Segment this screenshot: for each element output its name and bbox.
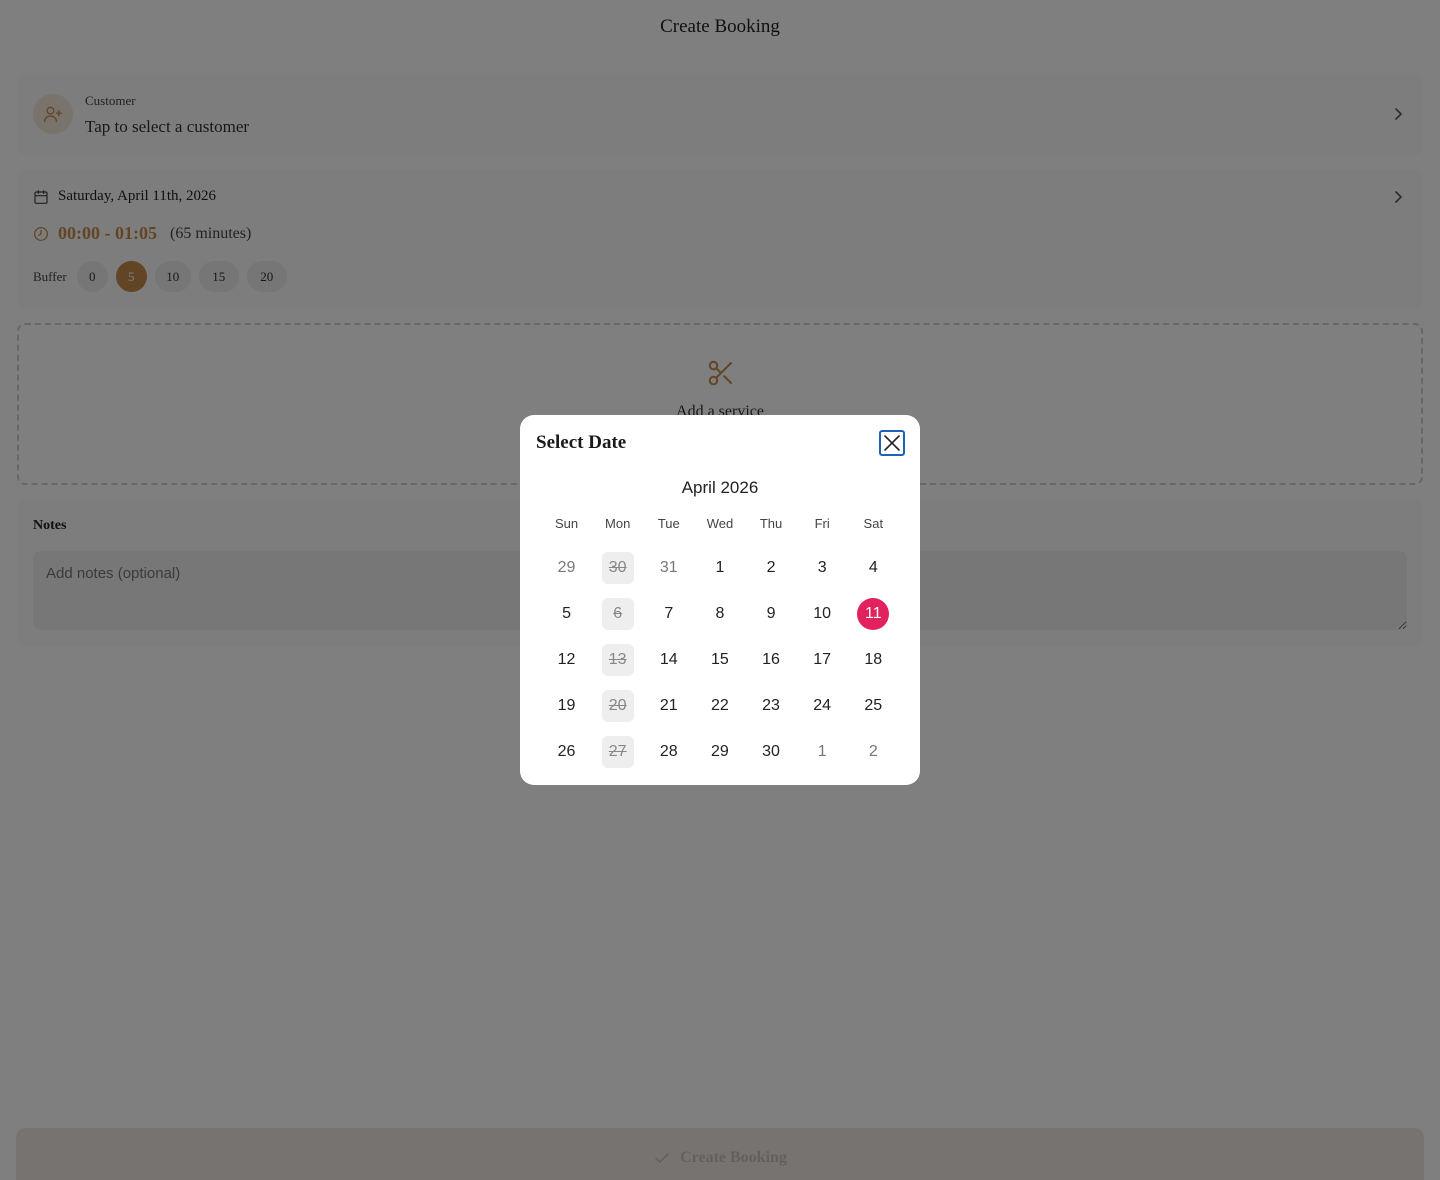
day-number: 29 bbox=[711, 743, 729, 760]
day-number: 2 bbox=[868, 743, 878, 760]
calendar-day[interactable]: 26 bbox=[541, 729, 592, 775]
calendar-grid: 29 30 31 1 2 3 4 5 6 7 8 9 10 11 12 13 1… bbox=[541, 545, 899, 775]
calendar-day[interactable]: 12 bbox=[541, 637, 592, 683]
day-number: 22 bbox=[711, 697, 729, 714]
calendar-week: 12 13 14 15 16 17 18 bbox=[541, 637, 899, 683]
calendar-day[interactable]: 17 bbox=[797, 637, 848, 683]
calendar-day[interactable]: 10 bbox=[797, 591, 848, 637]
day-number: 17 bbox=[813, 651, 832, 668]
weekday-label: Mon bbox=[605, 516, 631, 531]
weekday-label: Sat bbox=[863, 516, 884, 531]
weekday-header: Sun Mon Tue Wed Thu Fri Sat bbox=[541, 516, 899, 531]
calendar-day-selected[interactable]: 11 bbox=[848, 591, 899, 637]
calendar-day[interactable]: 4 bbox=[848, 545, 899, 591]
calendar-day[interactable]: 22 bbox=[694, 683, 745, 729]
calendar-month-title: April 2026 bbox=[681, 478, 759, 497]
calendar-week: 29 30 31 1 2 3 4 bbox=[541, 545, 899, 591]
calendar-day[interactable]: 14 bbox=[643, 637, 694, 683]
day-number: 31 bbox=[659, 559, 678, 576]
calendar-day[interactable]: 15 bbox=[694, 637, 745, 683]
calendar-day-disabled: 30 bbox=[592, 545, 643, 591]
day-number: 27 bbox=[601, 736, 634, 768]
day-number: 9 bbox=[766, 605, 776, 622]
day-number: 30 bbox=[601, 552, 634, 584]
calendar-day[interactable]: 3 bbox=[797, 545, 848, 591]
calendar-day[interactable]: 7 bbox=[643, 591, 694, 637]
calendar-day[interactable]: 29 bbox=[541, 545, 592, 591]
day-number: 4 bbox=[868, 559, 878, 576]
create-booking-page: Create Booking Customer Tap to select a … bbox=[0, 0, 1440, 1180]
close-button[interactable] bbox=[879, 430, 905, 456]
calendar-day[interactable]: 21 bbox=[643, 683, 694, 729]
select-date-dialog: Select Date April 2026 Sun Mon Tue Wed T… bbox=[520, 415, 920, 785]
calendar-day[interactable]: 28 bbox=[643, 729, 694, 775]
day-number: 13 bbox=[601, 644, 634, 676]
day-number: 8 bbox=[715, 605, 725, 622]
day-number: 15 bbox=[711, 651, 729, 668]
calendar-day[interactable]: 2 bbox=[848, 729, 899, 775]
day-number: 6 bbox=[601, 598, 634, 630]
calendar-week: 5 6 7 8 9 10 11 bbox=[541, 591, 899, 637]
calendar-day[interactable]: 18 bbox=[848, 637, 899, 683]
day-number: 12 bbox=[557, 651, 576, 668]
day-number: 10 bbox=[813, 605, 832, 622]
day-number: 1 bbox=[817, 743, 827, 760]
weekday-label: Thu bbox=[759, 516, 783, 531]
calendar-day[interactable]: 23 bbox=[746, 683, 797, 729]
calendar-day[interactable]: 1 bbox=[694, 545, 745, 591]
calendar-day[interactable]: 24 bbox=[797, 683, 848, 729]
day-number: 2 bbox=[766, 559, 776, 576]
calendar-day[interactable]: 19 bbox=[541, 683, 592, 729]
day-number: 19 bbox=[557, 697, 576, 714]
calendar-day[interactable]: 25 bbox=[848, 683, 899, 729]
day-number: 18 bbox=[864, 651, 883, 668]
day-number: 25 bbox=[864, 697, 883, 714]
calendar-week: 26 27 28 29 30 1 2 bbox=[541, 729, 899, 775]
day-number: 30 bbox=[762, 743, 780, 760]
calendar-day[interactable]: 8 bbox=[694, 591, 745, 637]
day-number: 3 bbox=[817, 559, 827, 576]
day-number: 11 bbox=[857, 598, 890, 630]
day-number: 24 bbox=[813, 697, 832, 714]
day-number: 14 bbox=[659, 651, 678, 668]
day-number: 23 bbox=[762, 697, 780, 714]
day-number: 26 bbox=[557, 743, 576, 760]
day-number: 21 bbox=[659, 697, 678, 714]
weekday-label: Sun bbox=[554, 516, 579, 531]
calendar-week: 19 20 21 22 23 24 25 bbox=[541, 683, 899, 729]
day-number: 16 bbox=[762, 651, 780, 668]
weekday-label: Tue bbox=[657, 516, 680, 531]
day-number: 28 bbox=[659, 743, 678, 760]
day-number: 29 bbox=[557, 559, 576, 576]
calendar-day-disabled: 6 bbox=[592, 591, 643, 637]
weekday-label: Fri bbox=[814, 516, 830, 531]
calendar-day[interactable]: 5 bbox=[541, 591, 592, 637]
calendar-day-disabled: 20 bbox=[592, 683, 643, 729]
calendar-day-disabled: 13 bbox=[592, 637, 643, 683]
calendar-day[interactable]: 16 bbox=[746, 637, 797, 683]
day-number: 7 bbox=[664, 605, 674, 622]
close-icon bbox=[884, 435, 900, 451]
calendar-day[interactable]: 9 bbox=[746, 591, 797, 637]
calendar-day[interactable]: 29 bbox=[694, 729, 745, 775]
calendar-day[interactable]: 31 bbox=[643, 545, 694, 591]
calendar-day[interactable]: 2 bbox=[746, 545, 797, 591]
calendar-day[interactable]: 30 bbox=[746, 729, 797, 775]
day-number: 5 bbox=[562, 605, 572, 622]
day-number: 20 bbox=[601, 690, 634, 722]
dialog-title: Select Date bbox=[536, 432, 627, 453]
day-number: 1 bbox=[715, 559, 725, 576]
calendar-day[interactable]: 1 bbox=[797, 729, 848, 775]
calendar-day-disabled: 27 bbox=[592, 729, 643, 775]
weekday-label: Wed bbox=[706, 516, 734, 531]
